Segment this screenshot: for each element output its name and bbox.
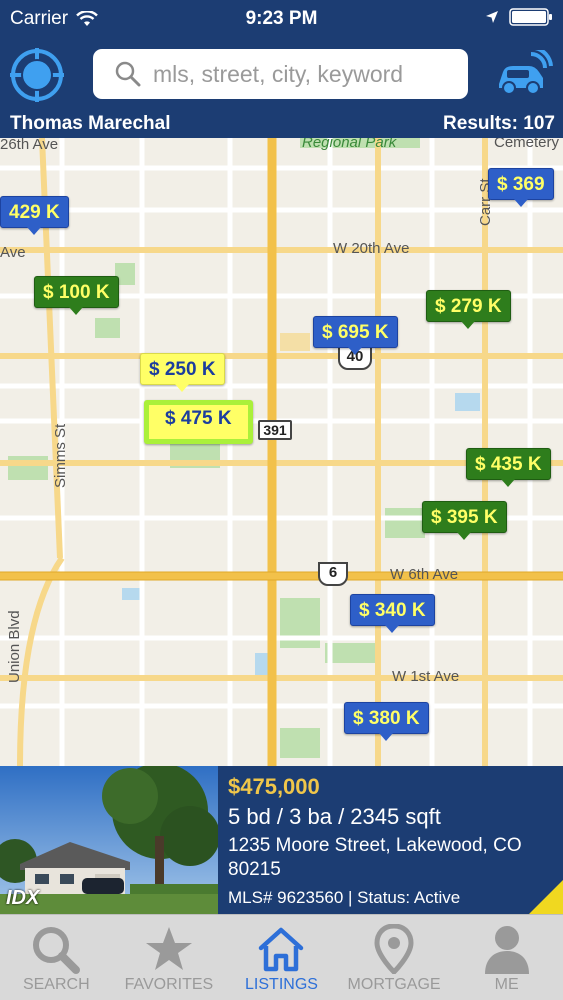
listing-photo[interactable]: IDX (0, 766, 218, 914)
map-pin[interactable]: $ 340 K (350, 594, 435, 633)
map-pin[interactable]: $ 395 K (422, 501, 507, 540)
tab-favorites[interactable]: FAVORITES (113, 915, 226, 1000)
street-label-26th: 26th Ave (0, 138, 59, 153)
park-label: Regional Park (302, 138, 397, 151)
locate-me-icon[interactable] (10, 48, 64, 102)
map-pin[interactable]: $ 435 K (466, 448, 551, 487)
search-icon (33, 927, 81, 974)
home-icon (259, 927, 304, 972)
map-view[interactable]: 26th Ave Regional Park Cemetery W 20th A… (0, 138, 563, 766)
tab-label: SEARCH (22, 976, 90, 993)
listing-card[interactable]: IDX $475,000 5 bd / 3 ba / 2345 sqft 123… (0, 766, 563, 914)
search-input[interactable] (153, 60, 453, 88)
listing-mls-status: MLS# 9623560 | Status: Active (228, 888, 461, 907)
map-pin[interactable]: $ 369 (488, 168, 554, 207)
street-label-w20th: W 20th Ave (333, 240, 410, 257)
battery-icon (509, 8, 552, 26)
results-bar: Thomas Marechal Results: 107 (0, 110, 563, 138)
map-pin-icon (374, 924, 414, 974)
results-count: Results: 107 (443, 113, 555, 134)
map-pin[interactable]: $ 695 K (313, 316, 398, 355)
map-pin[interactable]: $ 279 K (426, 290, 511, 329)
map-pin[interactable]: $ 380 K (344, 702, 429, 741)
street-label-ave: Ave (0, 244, 26, 261)
tab-label: FAVORITES (124, 976, 214, 993)
tab-listings[interactable]: LISTINGS (225, 915, 338, 1000)
location-arrow-icon (486, 11, 498, 23)
street-label-simms: Simms St (52, 423, 69, 488)
tab-label: ME (494, 976, 519, 993)
status-right-group (485, 8, 553, 26)
drive-mode-icon[interactable] (495, 50, 553, 96)
status-bar: Carrier 9:23 PM (0, 0, 563, 38)
listing-specs: 5 bd / 3 ba / 2345 sqft (228, 804, 441, 829)
search-bar[interactable] (93, 49, 468, 99)
map-pin[interactable]: $ 100 K (34, 276, 119, 315)
listing-address: 1235 Moore Street, Lakewood, CO 80215 (228, 835, 522, 880)
street-label-union: Union Blvd (6, 610, 23, 683)
app-header (0, 38, 563, 110)
listing-info: $475,000 5 bd / 3 ba / 2345 sqft 1235 Mo… (228, 774, 558, 908)
tab-search[interactable]: SEARCH (0, 915, 113, 1000)
tab-label: MORTGAGE (347, 976, 441, 993)
listing-price: $475,000 (228, 774, 320, 799)
street-label-w6th: W 6th Ave (390, 566, 459, 583)
agent-name: Thomas Marechal (10, 113, 171, 134)
listing-corner-marker (529, 880, 563, 914)
idx-badge: IDX (6, 887, 40, 909)
map-pin-selected[interactable]: $ 475 K (144, 400, 253, 444)
person-icon (484, 926, 529, 974)
highway-shield-6: 6 (318, 562, 348, 586)
tab-mortgage[interactable]: MORTGAGE (338, 915, 451, 1000)
star-icon (145, 927, 192, 970)
cemetery-label: Cemetery (494, 138, 560, 151)
status-time: 9:23 PM (245, 8, 318, 29)
highway-shield-391: 391 (258, 420, 292, 440)
tab-me[interactable]: ME (450, 915, 563, 1000)
map-pin[interactable]: 429 K (0, 196, 69, 235)
search-icon (115, 61, 141, 87)
tab-label: LISTINGS (245, 976, 318, 993)
street-label-w1st: W 1st Ave (392, 668, 460, 685)
tab-bar: SEARCH FAVORITES LISTINGS MORTGAGE ME (0, 914, 563, 1000)
map-pin[interactable]: $ 250 K (140, 353, 225, 392)
